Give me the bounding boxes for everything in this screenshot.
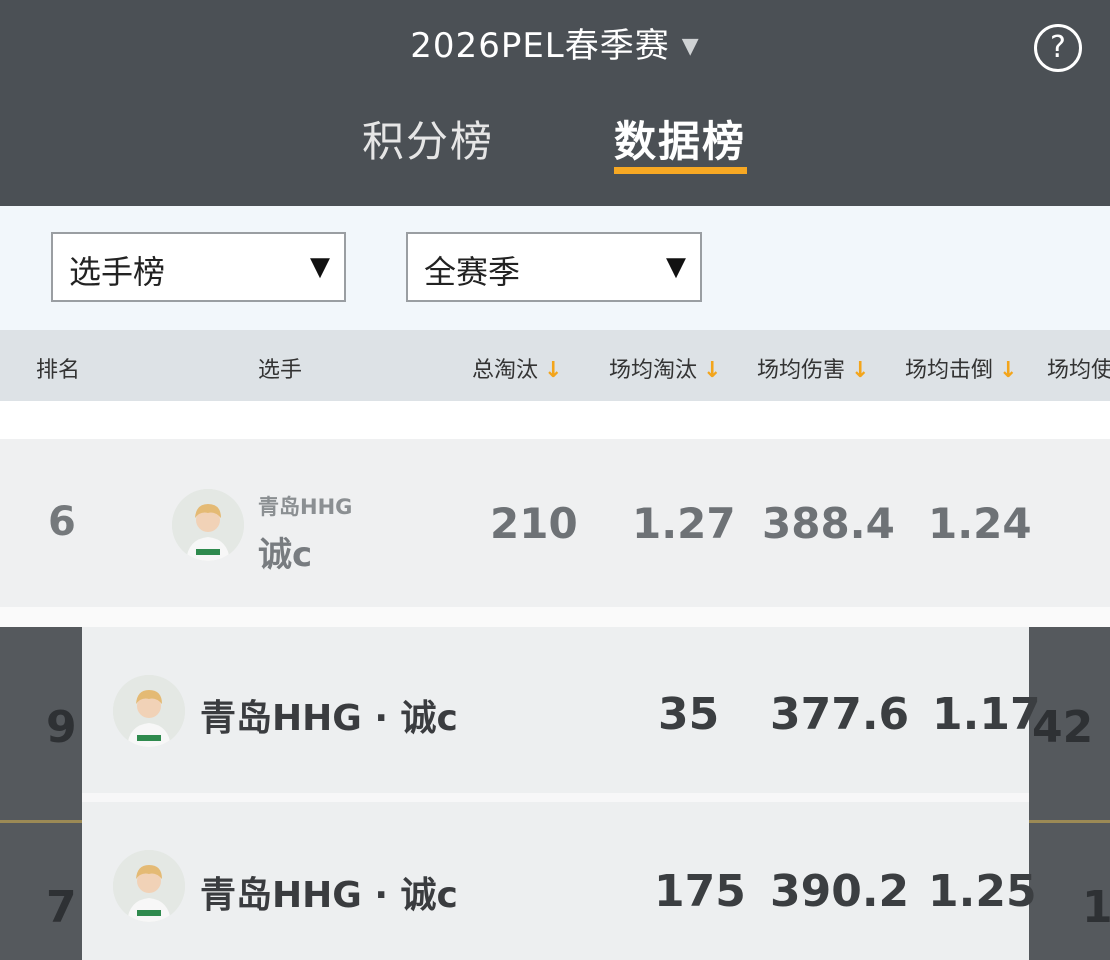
bg-rank-value: 7: [46, 882, 77, 933]
avatar: [113, 850, 185, 922]
col-total-kills-label: 总淘汰: [472, 358, 539, 383]
board-type-dropdown[interactable]: 选手榜 ▼: [51, 232, 346, 302]
col-avg-kills-label: 场均淘汰: [609, 358, 698, 383]
col-avg-partial[interactable]: 场均使: [1047, 352, 1110, 384]
caret-down-icon: ▼: [681, 34, 700, 59]
sort-arrow-icon: ↓: [703, 358, 722, 383]
knocks-value: 1.25: [928, 866, 1037, 917]
tab-standings[interactable]: 积分榜: [362, 108, 494, 169]
col-avg-damage-label: 场均伤害: [757, 358, 846, 383]
card-divider: [82, 793, 1029, 802]
team-name: 青岛HHG: [258, 495, 353, 519]
divider: [0, 607, 1110, 627]
player-name: 青岛HHG · 诚c: [200, 698, 458, 739]
table-row[interactable]: 6 青岛HHG 诚c 210 1.27 388.4 1.24: [0, 439, 1110, 607]
active-tab-indicator: [614, 167, 747, 174]
filter-bar: 选手榜 ▼ 全赛季 ▼: [0, 206, 1110, 330]
bg-partial-value: 42: [1032, 702, 1094, 753]
rank-value: 6: [48, 499, 76, 545]
col-total-kills[interactable]: 总淘汰 ↓: [472, 352, 562, 384]
col-rank: 排名: [36, 358, 81, 383]
col-avg-damage[interactable]: 场均伤害 ↓: [757, 352, 869, 384]
spacer: [0, 401, 1110, 439]
bg-partial-value: 12: [1082, 882, 1110, 933]
table-header: 排名 选手 总淘汰 ↓ 场均淘汰 ↓ 场均伤害 ↓ 场均击倒 ↓ 场均使: [0, 330, 1110, 401]
season-title: 2026PEL春季赛: [410, 26, 670, 66]
avatar: [113, 675, 185, 747]
damage-value: 377.6: [770, 689, 910, 740]
col-avg-knocks[interactable]: 场均击倒 ↓: [905, 352, 1017, 384]
avatar: [172, 489, 244, 561]
total-kills-value: 210: [490, 499, 578, 548]
avg-kills-value: 1.27: [632, 499, 736, 548]
sort-arrow-icon: ↓: [999, 358, 1018, 383]
season-selector[interactable]: 2026PEL春季赛 ▼: [0, 18, 1110, 67]
dropdown-arrow-icon: ▼: [666, 252, 686, 282]
sort-arrow-icon: ↓: [544, 358, 563, 383]
help-icon[interactable]: ?: [1034, 24, 1082, 72]
col-player: 选手: [258, 358, 303, 383]
bg-rank-value: 9: [46, 702, 77, 753]
dropdown-arrow-icon: ▼: [310, 252, 330, 282]
row-divider-left: [0, 820, 82, 823]
sort-arrow-icon: ↓: [851, 358, 870, 383]
player-name: 青岛HHG · 诚c: [200, 875, 458, 916]
col-avg-kills[interactable]: 场均淘汰 ↓: [609, 352, 721, 384]
col-avg-knocks-label: 场均击倒: [905, 358, 994, 383]
board-type-value: 选手榜: [69, 253, 166, 291]
row-divider-right: [1029, 820, 1110, 823]
avg-damage-value: 388.4: [762, 499, 895, 548]
knocks-value: 1.17: [932, 689, 1041, 740]
kills-value: 35: [658, 689, 720, 740]
player-name: 诚c: [258, 535, 313, 575]
avg-knocks-value: 1.24: [928, 499, 1032, 548]
kills-value: 175: [654, 866, 746, 917]
top-header: 2026PEL春季赛 ▼ ? 积分榜 数据榜: [0, 0, 1110, 206]
damage-value: 390.2: [770, 866, 910, 917]
period-dropdown[interactable]: 全赛季 ▼: [406, 232, 702, 302]
player-stat-card[interactable]: 青岛HHG · 诚c 175 390.2 1.25: [82, 802, 1037, 960]
player-stat-card[interactable]: 青岛HHG · 诚c 35 377.6 1.17: [82, 627, 1041, 793]
period-value: 全赛季: [424, 253, 521, 291]
tab-stats[interactable]: 数据榜: [614, 108, 746, 169]
